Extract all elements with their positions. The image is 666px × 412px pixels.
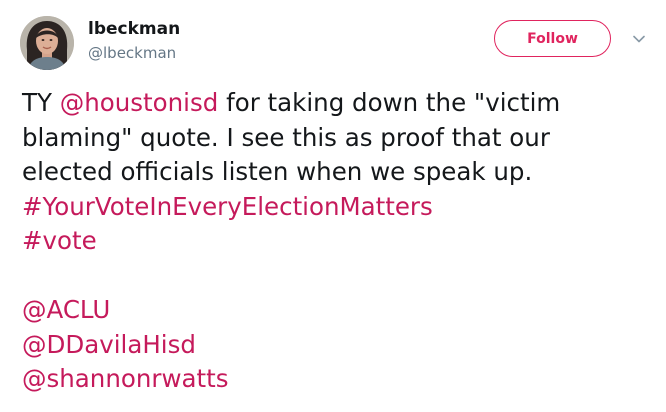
mention-link-ddavilahisd[interactable]: @DDavilaHisd xyxy=(22,328,652,363)
mention-link-shannonrwatts[interactable]: @shannonrwatts xyxy=(22,362,652,397)
chevron-down-icon[interactable] xyxy=(631,31,647,47)
paragraph-break xyxy=(22,259,652,294)
user-handle[interactable]: @lbeckman xyxy=(88,44,176,62)
tweet-line-2: blaming" quote. I see this as proof that… xyxy=(22,122,550,152)
display-name[interactable]: lbeckman xyxy=(88,19,180,39)
avatar[interactable] xyxy=(20,16,74,70)
follow-button[interactable]: Follow xyxy=(494,20,611,57)
tweet-card: lbeckman @lbeckman Follow TY @houstonisd… xyxy=(0,0,666,412)
hashtag-link-vote[interactable]: #vote xyxy=(22,224,652,259)
mention-link-houstonisd[interactable]: @houstonisd xyxy=(60,88,219,117)
tweet-line-3: elected officials listen when we speak u… xyxy=(22,157,533,186)
tweet-text-suffix: for taking down the "victim xyxy=(218,88,561,117)
tweet-text-prefix: TY xyxy=(22,88,60,117)
hashtag-link-yourvoteineveryelectionmatters[interactable]: #YourVoteInEveryElectionMatters xyxy=(22,190,652,225)
tweet-text: TY @houstonisd for taking down the "vict… xyxy=(22,86,652,397)
mention-link-aclu[interactable]: @ACLU xyxy=(22,293,652,328)
tweet-line-1: TY @houstonisd for taking down the "vict… xyxy=(22,86,652,121)
